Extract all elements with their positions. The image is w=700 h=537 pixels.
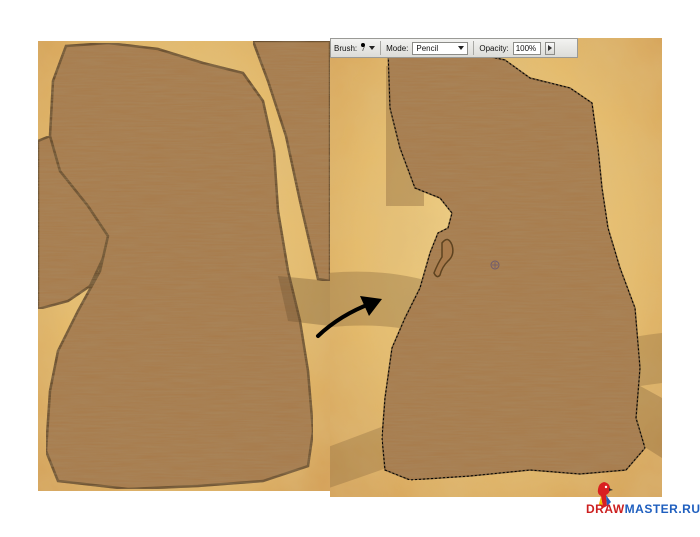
- arrow-icon: [316, 296, 382, 338]
- toolbar-divider: [380, 41, 382, 55]
- brush-picker[interactable]: 7: [361, 42, 366, 54]
- logo-text-draw: DRAW: [586, 502, 625, 516]
- opacity-value: 100%: [515, 43, 537, 53]
- mode-value: Pencil: [416, 43, 439, 53]
- logo-text: DRAWMASTER.RU: [586, 502, 700, 516]
- drawmaster-logo: DRAWMASTER.RU: [565, 480, 700, 520]
- toolbar-divider: [473, 41, 475, 55]
- logo-text-master: MASTER.RU: [624, 502, 700, 516]
- chevron-down-icon: [458, 46, 465, 50]
- options-toolbar: Brush: 7 Mode: Pencil Opacity: 100%: [330, 38, 578, 58]
- mode-select[interactable]: Pencil: [412, 41, 469, 55]
- canvas-before: [38, 41, 330, 491]
- brush-size: 7: [361, 47, 365, 53]
- canvas-after: [330, 38, 662, 497]
- opacity-slider-button[interactable]: [544, 41, 555, 55]
- opacity-label: Opacity:: [479, 43, 509, 53]
- mode-label: Mode:: [386, 43, 409, 53]
- chevron-right-icon: [547, 45, 552, 51]
- brush-dropdown-icon[interactable]: [369, 46, 376, 50]
- opacity-input[interactable]: 100%: [512, 41, 541, 55]
- brush-label: Brush:: [334, 43, 358, 53]
